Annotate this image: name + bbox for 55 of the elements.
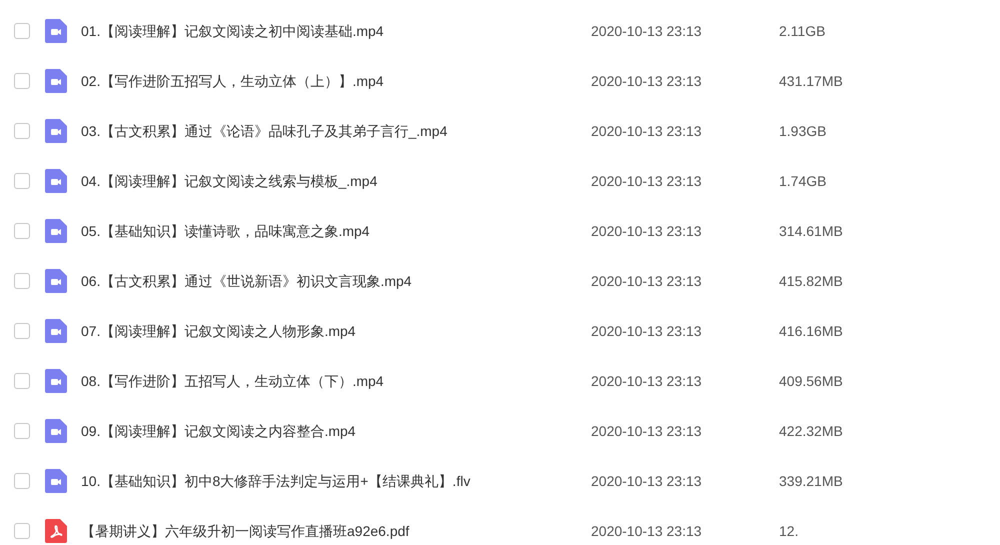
modified-date: 2020-10-13 23:13 (591, 472, 703, 490)
file-size: 1.74GB (779, 172, 826, 190)
video-file-icon (45, 369, 67, 393)
modified-date: 2020-10-13 23:13 (591, 222, 703, 240)
checkbox[interactable] (14, 23, 30, 39)
modified-date: 2020-10-13 23:13 (591, 272, 703, 290)
file-name[interactable]: 02.【写作进阶五招写人，生动立体（上）】.mp4 (81, 70, 591, 92)
video-file-icon (45, 319, 67, 343)
video-file-icon (45, 419, 67, 443)
video-file-icon (45, 269, 67, 293)
file-size: 416.16MB (779, 322, 843, 340)
modified-date: 2020-10-13 23:13 (591, 322, 703, 340)
file-size: 1.93GB (779, 122, 826, 140)
file-name[interactable]: 04.【阅读理解】记叙文阅读之线索与模板_.mp4 (81, 170, 591, 192)
modified-date: 2020-10-13 23:13 (591, 22, 703, 40)
checkbox[interactable] (14, 123, 30, 139)
modified-date: 2020-10-13 23:13 (591, 72, 703, 90)
checkbox[interactable] (14, 473, 30, 489)
video-file-icon (45, 469, 67, 493)
file-size: 422.32MB (779, 422, 843, 440)
file-size: 431.17MB (779, 72, 843, 90)
file-name[interactable]: 08.【写作进阶】五招写人，生动立体（下）.mp4 (81, 370, 591, 392)
modified-date: 2020-10-13 23:13 (591, 522, 703, 540)
pdf-file-icon (45, 519, 67, 543)
video-file-icon (45, 119, 67, 143)
file-name[interactable]: 06.【古文积累】通过《世说新语》初识文言现象.mp4 (81, 270, 591, 292)
file-name[interactable]: 【暑期讲义】六年级升初一阅读写作直播班a92e6.pdf (81, 520, 591, 542)
checkbox[interactable] (14, 523, 30, 539)
file-size: 314.61MB (779, 222, 843, 240)
video-file-icon (45, 69, 67, 93)
checkbox[interactable] (14, 73, 30, 89)
file-size: 12. (779, 522, 798, 540)
file-name[interactable]: 05.【基础知识】读懂诗歌，品味寓意之象.mp4 (81, 220, 591, 242)
file-name[interactable]: 03.【古文积累】通过《论语》品味孔子及其弟子言行_.mp4 (81, 120, 591, 142)
checkbox[interactable] (14, 423, 30, 439)
checkbox[interactable] (14, 223, 30, 239)
modified-date: 2020-10-13 23:13 (591, 172, 703, 190)
file-name[interactable]: 01.【阅读理解】记叙文阅读之初中阅读基础.mp4 (81, 20, 591, 42)
file-name[interactable]: 07.【阅读理解】记叙文阅读之人物形象.mp4 (81, 320, 591, 342)
file-size: 409.56MB (779, 372, 843, 390)
video-file-icon (45, 169, 67, 193)
file-name[interactable]: 09.【阅读理解】记叙文阅读之内容整合.mp4 (81, 420, 591, 442)
checkbox[interactable] (14, 173, 30, 189)
checkbox[interactable] (14, 273, 30, 289)
modified-date: 2020-10-13 23:13 (591, 372, 703, 390)
file-name[interactable]: 10.【基础知识】初中8大修辞手法判定与运用+【结课典礼】.flv (81, 470, 591, 492)
video-file-icon (45, 219, 67, 243)
file-size: 415.82MB (779, 272, 843, 290)
modified-date: 2020-10-13 23:13 (591, 422, 703, 440)
checkbox[interactable] (14, 373, 30, 389)
file-size: 339.21MB (779, 472, 843, 490)
checkbox[interactable] (14, 323, 30, 339)
modified-date: 2020-10-13 23:13 (591, 122, 703, 140)
file-size: 2.11GB (779, 22, 826, 40)
video-file-icon (45, 19, 67, 43)
